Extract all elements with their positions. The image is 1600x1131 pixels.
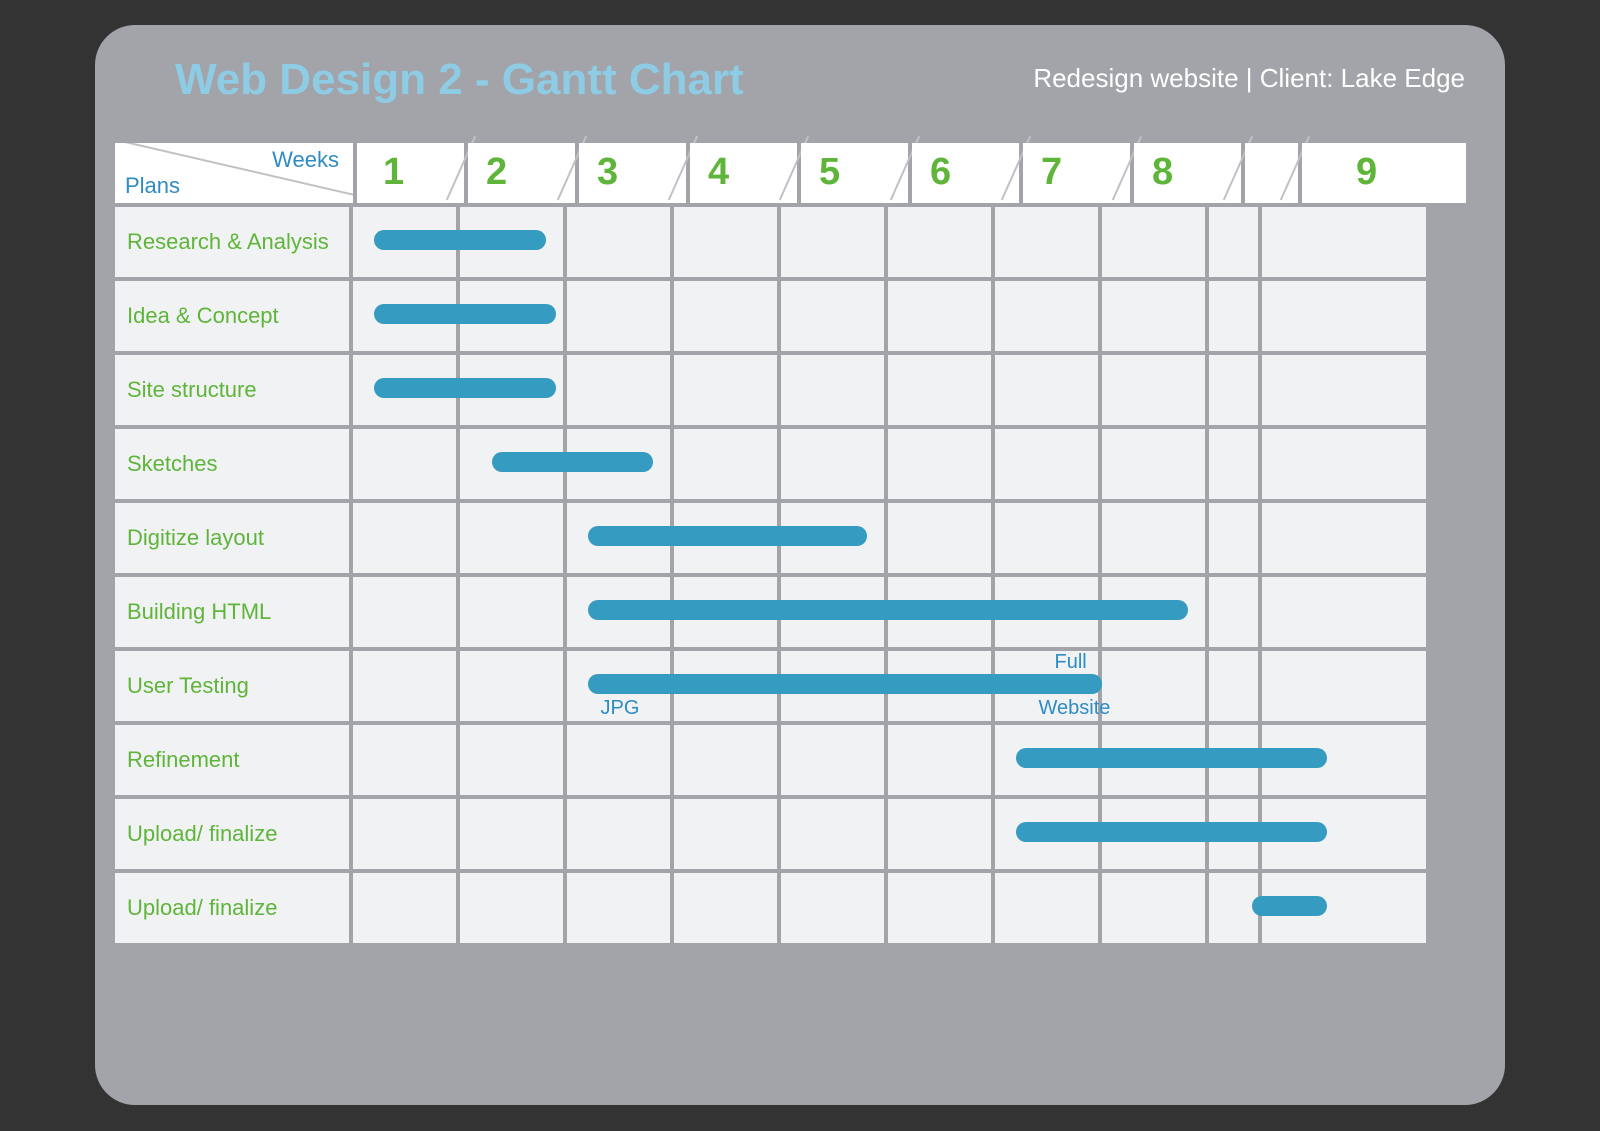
- gantt-bar: [1016, 822, 1326, 842]
- gantt-bar: [492, 452, 653, 472]
- gantt-bar: [1252, 896, 1327, 916]
- task-label: User Testing: [115, 651, 353, 721]
- card-header: Web Design 2 - Gantt Chart Redesign webs…: [95, 25, 1505, 143]
- gantt-bar: [374, 378, 556, 398]
- task-label: Upload/ finalize: [115, 799, 353, 869]
- week-number: 4: [708, 151, 729, 194]
- gantt-row: Refinement: [115, 721, 1485, 795]
- gantt-row: Idea & Concept: [115, 277, 1485, 351]
- gantt-bar: [374, 304, 556, 324]
- gantt-row: Digitize layout: [115, 499, 1485, 573]
- week-number: 3: [597, 151, 618, 194]
- week-number: 1: [383, 151, 404, 194]
- week-header-cell: 9: [1302, 143, 1466, 203]
- gantt-card: Web Design 2 - Gantt Chart Redesign webs…: [95, 25, 1505, 1105]
- task-label: Sketches: [115, 429, 353, 499]
- gantt-row: Building HTML: [115, 573, 1485, 647]
- gantt-bar: [374, 230, 545, 250]
- week-number: 8: [1152, 151, 1173, 194]
- plans-axis-label: Plans: [125, 173, 180, 199]
- week-header-cell: 8: [1134, 143, 1245, 203]
- task-label: Research & Analysis: [115, 207, 353, 277]
- week-number: 6: [930, 151, 951, 194]
- week-number: 7: [1041, 151, 1062, 194]
- axis-corner-cell: Weeks Plans: [115, 143, 357, 203]
- weeks-axis-label: Weeks: [272, 147, 339, 173]
- task-label: Site structure: [115, 355, 353, 425]
- week-header-cell: 2: [468, 143, 579, 203]
- task-label: Idea & Concept: [115, 281, 353, 351]
- task-label: Digitize layout: [115, 503, 353, 573]
- gantt-bar: [588, 600, 1187, 620]
- annotation-jpg: JPG: [601, 697, 640, 720]
- gantt-bar: [1016, 748, 1326, 768]
- gantt-row: Sketches: [115, 425, 1485, 499]
- gantt-header-row: Weeks Plans 1 2 3 4 5 6 7 8 9: [115, 143, 1485, 203]
- gantt-row: Research & Analysis: [115, 203, 1485, 277]
- gantt-row: Upload/ finalize: [115, 795, 1485, 869]
- week-header-cell: 1: [357, 143, 468, 203]
- week-number: 9: [1356, 151, 1377, 194]
- page-subtitle: Redesign website | Client: Lake Edge: [1033, 63, 1465, 94]
- page-title: Web Design 2 - Gantt Chart: [175, 55, 744, 105]
- week-number: 5: [819, 151, 840, 194]
- week-header-cell: 6: [912, 143, 1023, 203]
- week-header-cell: 3: [579, 143, 690, 203]
- gantt-bar: [588, 526, 866, 546]
- gantt-grid: Weeks Plans 1 2 3 4 5 6 7 8 9 Research & Analysi…: [115, 143, 1485, 943]
- task-label: Refinement: [115, 725, 353, 795]
- gantt-bar: [588, 674, 1102, 694]
- task-label: Building HTML: [115, 577, 353, 647]
- week-header-cell: [1245, 143, 1302, 203]
- gantt-row: Site structure: [115, 351, 1485, 425]
- week-header-cell: 4: [690, 143, 801, 203]
- week-header-cell: 7: [1023, 143, 1134, 203]
- annotation-website: Website: [1039, 697, 1111, 720]
- week-header-cell: 5: [801, 143, 912, 203]
- gantt-row: Upload/ finalize: [115, 869, 1485, 943]
- gantt-row: User Testing JPG Full Website: [115, 647, 1485, 721]
- week-number: 2: [486, 151, 507, 194]
- annotation-full: Full: [1055, 651, 1087, 674]
- task-label: Upload/ finalize: [115, 873, 353, 943]
